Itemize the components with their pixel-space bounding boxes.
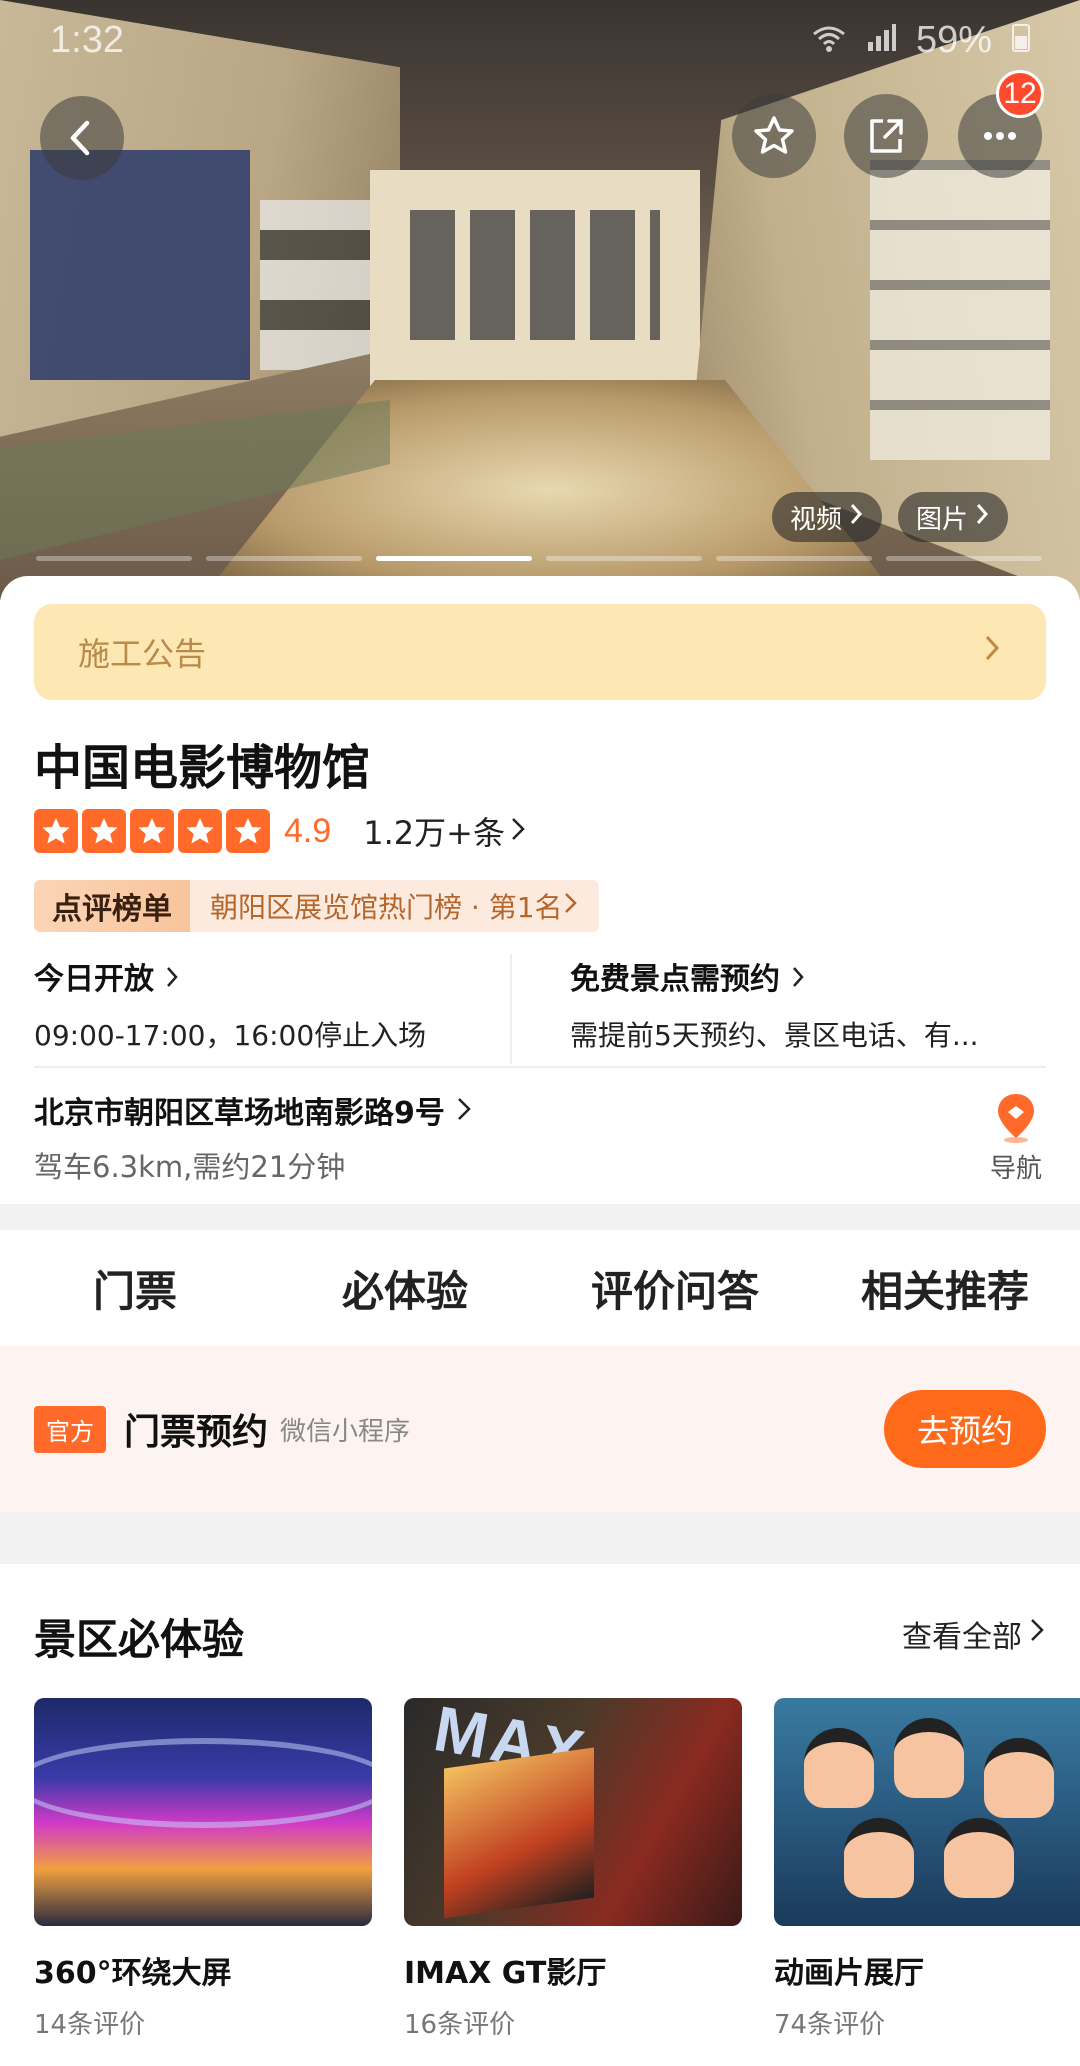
opening-hours[interactable]: 今日开放 09:00-17:00，16:00停止入场 [34, 954, 510, 1064]
star-outline-icon [754, 116, 794, 154]
star-icon [130, 809, 174, 853]
rating-row[interactable]: 4.9 1.2万+条 [34, 808, 527, 854]
photos-label: 图片 [916, 504, 969, 535]
ticket-name: 门票预约 [124, 1412, 269, 1453]
chevron-right-icon [563, 890, 579, 923]
status-bar: 1:32 59% [0, 0, 1080, 80]
video-label: 视频 [790, 504, 843, 535]
drive-info: 驾车6.3km,需约21分钟 [34, 1150, 346, 1184]
chevron-left-icon [70, 120, 90, 156]
battery-level: 59% [915, 18, 992, 61]
hero-gallery[interactable]: 1:32 59% 12 视频 图片 [0, 0, 1080, 600]
ranking-badge[interactable]: 点评榜单 朝阳区展览馆热门榜 · 第1名 [34, 880, 599, 932]
signal-icon [866, 19, 896, 62]
experience-card[interactable]: 动画片展厅 74条评价 [774, 1698, 1080, 2041]
opening-hours-text: 09:00-17:00，16:00停止入场 [34, 1019, 427, 1052]
reservation-info[interactable]: 免费景点需预约 需提前5天预约、景区电话、有... [510, 954, 1046, 1064]
opening-hours-heading: 今日开放 [34, 962, 154, 997]
experience-name: 360°环绕大屏 [34, 1956, 232, 1991]
back-button[interactable] [40, 96, 124, 180]
navigation-label: 导航 [989, 1154, 1042, 1184]
view-all-link[interactable]: 查看全部 [902, 1612, 1046, 1656]
progress-segment [546, 556, 702, 561]
must-experience-section: 景区必体验 查看全部 360°环绕大屏 14条评价 MAX IMAX GT影厅 … [0, 1564, 1080, 2066]
star-icon [82, 809, 126, 853]
rating-score: 4.9 [284, 811, 332, 850]
experience-card[interactable]: MAX IMAX GT影厅 16条评价 [404, 1698, 742, 2041]
book-button[interactable]: 去预约 [884, 1390, 1046, 1468]
progress-segment [206, 556, 362, 561]
notification-badge: 12 [996, 70, 1044, 118]
address-text: 北京市朝阳区草场地南影路9号 [34, 1096, 445, 1131]
share-icon [870, 119, 903, 153]
tab-tickets[interactable]: 门票 [0, 1258, 270, 1329]
progress-segment [36, 556, 192, 561]
experience-image [34, 1698, 372, 1926]
rank-badge-label: 点评榜单 [34, 880, 190, 932]
official-badge: 官方 [34, 1405, 106, 1453]
chevron-right-icon [982, 633, 1002, 671]
favorite-button[interactable] [732, 94, 816, 178]
experience-image [774, 1698, 1080, 1926]
view-all-label: 查看全部 [902, 1620, 1022, 1655]
reservation-text: 需提前5天预约、景区电话、有... [570, 1019, 979, 1052]
notice-label: 施工公告 [78, 635, 207, 673]
ticket-channel: 微信小程序 [280, 1416, 411, 1447]
navigation-button[interactable]: 导航 [986, 1092, 1046, 1185]
chevron-right-icon [1028, 1616, 1046, 1652]
tab-reviews-qa[interactable]: 评价问答 [540, 1258, 810, 1319]
map-pin-icon [998, 1094, 1034, 1143]
experience-image: MAX [404, 1698, 742, 1926]
divider [34, 1066, 1046, 1068]
chevron-right-icon [509, 815, 527, 847]
hero-photo-back-wall [370, 170, 700, 390]
construction-notice[interactable]: 施工公告 [34, 604, 1046, 700]
video-button[interactable]: 视频 [772, 492, 883, 542]
wifi-icon [812, 19, 846, 62]
experience-name: 动画片展厅 [774, 1956, 924, 1991]
progress-segment [376, 556, 532, 561]
share-button[interactable] [844, 94, 928, 178]
tab-must-experience[interactable]: 必体验 [270, 1258, 540, 1319]
more-button[interactable]: 12 [958, 70, 1044, 178]
more-dots-icon [984, 132, 1016, 140]
review-count: 1.2万+条 [363, 814, 505, 852]
experience-reviews: 16条评价 [404, 2010, 516, 2040]
star-icon [226, 809, 270, 853]
status-time: 1:32 [50, 18, 124, 61]
chevron-right-icon [974, 502, 990, 533]
section-tabs: 门票 必体验 评价问答 相关推荐 [0, 1230, 1080, 1346]
poi-card: 施工公告 中国电影博物馆 4.9 1.2万+条 点评榜单 朝阳区展览馆热门榜 ·… [0, 576, 1080, 1204]
address[interactable]: 北京市朝阳区草场地南影路9号 [34, 1088, 473, 1132]
gallery-progress [36, 556, 1042, 561]
star-icon [34, 809, 78, 853]
chevron-right-icon [848, 502, 864, 533]
section-heading: 景区必体验 [34, 1615, 245, 1664]
progress-segment [716, 556, 872, 561]
experience-reviews: 74条评价 [774, 2010, 886, 2040]
chevron-right-icon [455, 1096, 473, 1131]
ticket-reservation: 官方 门票预约 微信小程序 去预约 [0, 1346, 1080, 1512]
battery-icon [1012, 19, 1030, 62]
reservation-heading: 免费景点需预约 [570, 962, 780, 997]
experience-reviews: 14条评价 [34, 2010, 146, 2040]
progress-segment [886, 556, 1042, 561]
page-title: 中国电影博物馆 [34, 740, 371, 796]
chevron-right-icon [164, 962, 180, 997]
tab-recommendations[interactable]: 相关推荐 [810, 1258, 1080, 1319]
info-grid: 今日开放 09:00-17:00，16:00停止入场 免费景点需预约 需提前5天… [34, 954, 1046, 1064]
rank-text: 朝阳区展览馆热门榜 · 第1名 [210, 891, 563, 924]
experience-name: IMAX GT影厅 [404, 1956, 607, 1991]
star-icon [178, 809, 222, 853]
photos-button[interactable]: 图片 [898, 492, 1009, 542]
chevron-right-icon [790, 962, 806, 997]
experience-card[interactable]: 360°环绕大屏 14条评价 [34, 1698, 372, 2041]
